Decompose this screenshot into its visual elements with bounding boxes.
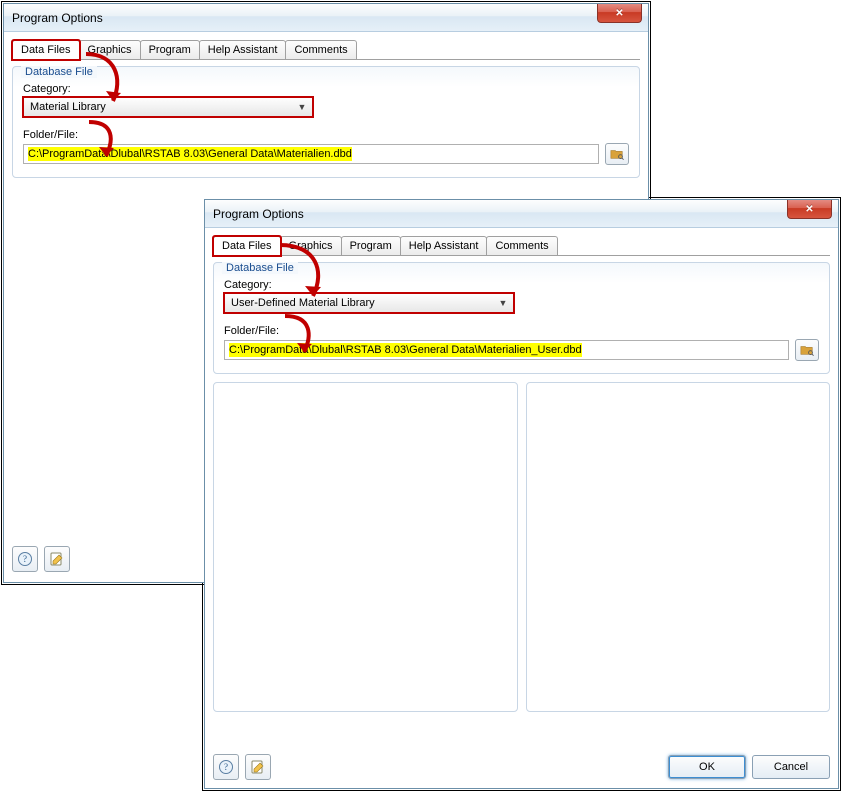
ok-button[interactable]: OK: [668, 755, 746, 779]
edit-icon: [250, 759, 266, 775]
tab-program[interactable]: Program: [140, 40, 200, 59]
browse-button[interactable]: [795, 339, 819, 361]
tab-data-files[interactable]: Data Files: [12, 40, 80, 60]
tab-data-files[interactable]: Data Files: [213, 236, 281, 256]
tab-label: Data Files: [222, 240, 272, 252]
titlebar: Program Options: [205, 200, 838, 228]
tab-comments[interactable]: Comments: [486, 236, 557, 255]
help-icon: ?: [17, 551, 33, 567]
help-icon: ?: [218, 759, 234, 775]
tab-label: Comments: [495, 240, 548, 252]
browse-button[interactable]: [605, 143, 629, 165]
button-label: OK: [699, 761, 715, 773]
group-legend: Database File: [21, 66, 97, 78]
group-legend: Database File: [222, 262, 298, 274]
tab-help-assistant[interactable]: Help Assistant: [400, 236, 488, 255]
folder-label: Folder/File:: [224, 325, 819, 337]
edit-button[interactable]: [245, 754, 271, 780]
svg-text:?: ?: [224, 762, 228, 772]
tab-label: Program: [149, 44, 191, 56]
combo-value: User-Defined Material Library: [231, 297, 375, 309]
tab-graphics[interactable]: Graphics: [79, 40, 141, 59]
folder-label: Folder/File:: [23, 129, 629, 141]
folder-open-icon: [610, 147, 624, 161]
category-dropdown[interactable]: Material Library ▼: [23, 97, 313, 117]
tab-graphics[interactable]: Graphics: [280, 236, 342, 255]
folder-file-input[interactable]: C:\ProgramData\Dlubal\RSTAB 8.03\General…: [224, 340, 789, 360]
right-panel: [526, 382, 831, 712]
tab-help-assistant[interactable]: Help Assistant: [199, 40, 287, 59]
help-button[interactable]: ?: [12, 546, 38, 572]
edit-icon: [49, 551, 65, 567]
cancel-button[interactable]: Cancel: [752, 755, 830, 779]
folder-file-input[interactable]: C:\ProgramData\Dlubal\RSTAB 8.03\General…: [23, 144, 599, 164]
tab-label: Graphics: [88, 44, 132, 56]
category-label: Category:: [23, 83, 629, 95]
tab-strip: Data Files Graphics Program Help Assista…: [213, 236, 830, 256]
tab-label: Comments: [294, 44, 347, 56]
folder-open-icon: [800, 343, 814, 357]
folder-file-value: C:\ProgramData\Dlubal\RSTAB 8.03\General…: [229, 343, 582, 357]
edit-button[interactable]: [44, 546, 70, 572]
folder-file-value: C:\ProgramData\Dlubal\RSTAB 8.03\General…: [28, 147, 352, 161]
close-button[interactable]: [787, 200, 832, 219]
database-file-group: Database File Category: User-Defined Mat…: [213, 262, 830, 374]
tab-label: Help Assistant: [208, 44, 278, 56]
tab-label: Help Assistant: [409, 240, 479, 252]
button-label: Cancel: [774, 761, 808, 773]
close-button[interactable]: [597, 4, 642, 23]
window-title: Program Options: [213, 207, 304, 221]
tab-program[interactable]: Program: [341, 236, 401, 255]
tab-label: Graphics: [289, 240, 333, 252]
window-title: Program Options: [12, 11, 103, 25]
program-options-window-2: Program Options Data Files Graphics Prog…: [204, 199, 839, 789]
category-dropdown[interactable]: User-Defined Material Library ▼: [224, 293, 514, 313]
help-button[interactable]: ?: [213, 754, 239, 780]
titlebar: Program Options: [4, 4, 648, 32]
combo-value: Material Library: [30, 101, 106, 113]
chevron-down-icon: ▼: [495, 298, 511, 308]
category-label: Category:: [224, 279, 819, 291]
tab-strip: Data Files Graphics Program Help Assista…: [12, 40, 640, 60]
tab-label: Data Files: [21, 44, 71, 56]
tab-comments[interactable]: Comments: [285, 40, 356, 59]
chevron-down-icon: ▼: [294, 102, 310, 112]
database-file-group: Database File Category: Material Library…: [12, 66, 640, 178]
tab-label: Program: [350, 240, 392, 252]
svg-text:?: ?: [23, 554, 27, 564]
left-panel: [213, 382, 518, 712]
